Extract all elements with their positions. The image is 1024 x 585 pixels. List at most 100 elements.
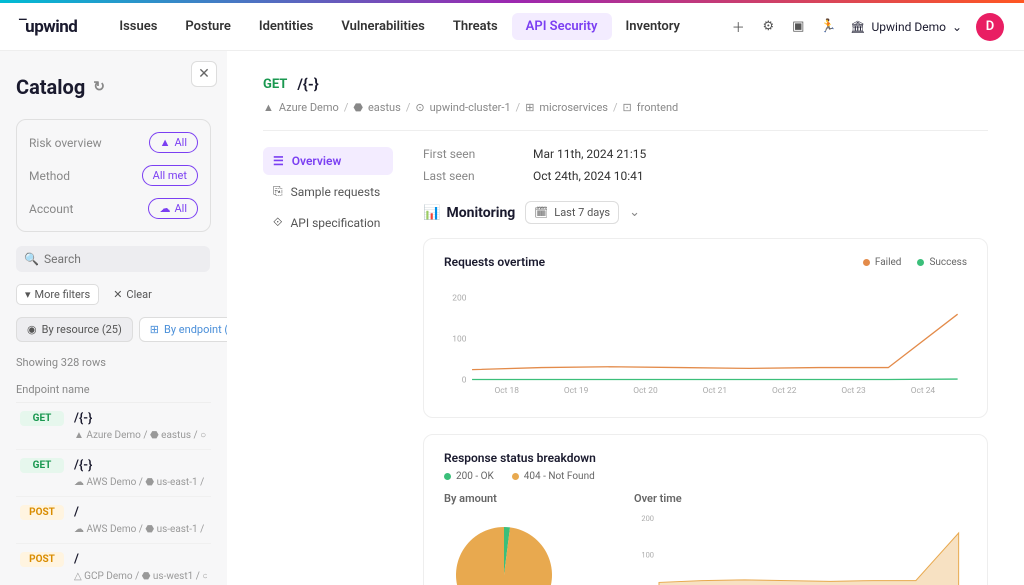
filter-label-method: Method <box>29 169 70 183</box>
showing-count: Showing 328 rows <box>16 356 211 369</box>
gear-icon[interactable]: ⚙ <box>760 19 776 35</box>
legend-failed: Failed <box>875 257 902 268</box>
endpoint-path: / <box>74 552 79 567</box>
filter-box: Risk overview ▲ All Method All met Accou… <box>16 119 211 232</box>
breadcrumb-icon: ⊞ <box>525 101 534 114</box>
svg-text:100: 100 <box>452 335 466 345</box>
status-pie-chart <box>444 515 564 585</box>
endpoint-row[interactable]: GET/{-}☁ AWS Demo / ⬣ us-east-1 / <box>16 450 211 497</box>
column-header: Endpoint name <box>16 377 211 403</box>
chevron-down-icon[interactable]: ⌄ <box>629 205 640 220</box>
date-range-selector[interactable]: 🗓 Last 7 days <box>525 201 619 224</box>
plus-icon[interactable]: ＋ <box>730 19 746 35</box>
last-seen-label: Last seen <box>423 169 503 183</box>
legend-404: 404 - Not Found <box>524 471 595 482</box>
search-input[interactable] <box>16 246 210 272</box>
nav-identities[interactable]: Identities <box>245 13 327 40</box>
panel-icon[interactable]: ▣ <box>790 19 806 35</box>
svg-text:0: 0 <box>462 376 467 386</box>
tab-by-resource[interactable]: ◉ By resource (25) <box>16 317 133 342</box>
detail-side-nav: ☰Overview⎘Sample requests⟐API specificat… <box>263 147 393 585</box>
sidenav-icon: ☰ <box>273 154 284 168</box>
tab-by-endpoint[interactable]: ⊞ By endpoint ( <box>139 317 227 342</box>
nav-threats[interactable]: Threats <box>439 13 512 40</box>
svg-text:Oct 18: Oct 18 <box>495 386 520 396</box>
avatar[interactable]: D <box>976 13 1004 41</box>
breadcrumb-item[interactable]: Azure Demo <box>279 101 339 114</box>
first-seen-label: First seen <box>423 147 503 161</box>
endpoint-breadcrumb: ▲ Azure Demo / ⬣ eastus / ○ <box>74 430 207 441</box>
status-chart-title: Response status breakdown <box>444 451 967 465</box>
requests-line-chart: 0100200Oct 18Oct 19Oct 20Oct 21Oct 22Oct… <box>444 294 967 397</box>
search-icon: 🔍 <box>24 252 39 266</box>
breadcrumb-item[interactable]: frontend <box>637 101 679 114</box>
clear-button[interactable]: ✕ Clear <box>105 284 160 305</box>
building-icon: 🏛 <box>850 20 865 34</box>
last-seen-value: Oct 24th, 2024 10:41 <box>533 169 644 183</box>
breadcrumb-item[interactable]: upwind-cluster-1 <box>430 101 511 114</box>
sidenav-api-specification[interactable]: ⟐API specification <box>263 208 393 237</box>
breadcrumb-icon: ⊡ <box>623 101 632 114</box>
filter-chip-account[interactable]: ☁ All <box>148 198 198 219</box>
endpoint-list: GET/{-}▲ Azure Demo / ⬣ eastus / ○GET/{-… <box>16 403 211 585</box>
svg-text:Oct 24: Oct 24 <box>911 386 936 396</box>
top-nav: IssuesPostureIdentitiesVulnerabilitiesTh… <box>105 13 694 40</box>
nav-inventory[interactable]: Inventory <box>612 13 695 40</box>
svg-text:Oct 20: Oct 20 <box>633 386 658 396</box>
status-area-chart: 0100200Oct 18Oct 19Oct 20Oct 21Oct 22Oct… <box>634 515 967 585</box>
breadcrumb-icon: ▲ <box>263 101 274 114</box>
sidenav-sample-requests[interactable]: ⎘Sample requests <box>263 177 393 206</box>
logo: upwind <box>20 17 77 37</box>
nav-posture[interactable]: Posture <box>171 13 244 40</box>
org-selector[interactable]: 🏛 Upwind Demo ⌄ <box>850 20 962 34</box>
svg-text:Oct 21: Oct 21 <box>703 386 727 396</box>
breadcrumb-icon: ⬣ <box>353 101 363 114</box>
detail-method-badge: GET <box>263 77 287 92</box>
breadcrumb-item[interactable]: eastus <box>368 101 401 114</box>
nav-api-security[interactable]: API Security <box>512 13 612 40</box>
calendar-icon: 🗓 <box>534 206 548 219</box>
svg-text:200: 200 <box>641 515 654 523</box>
endpoint-breadcrumb: ☁ AWS Demo / ⬣ us-east-1 / <box>74 477 207 488</box>
page-title: Catalog ↻ <box>16 75 211 99</box>
sidenav-overview[interactable]: ☰Overview <box>263 147 393 175</box>
endpoint-path: / <box>74 505 79 520</box>
topbar: upwind IssuesPostureIdentitiesVulnerabil… <box>0 3 1024 51</box>
refresh-icon[interactable]: ↻ <box>93 79 105 95</box>
breadcrumb: ▲Azure Demo/⬣eastus/⊙upwind-cluster-1/⊞m… <box>263 101 988 114</box>
sidebar: ✕ Catalog ↻ Risk overview ▲ All Method A… <box>0 51 227 585</box>
filter-label-account: Account <box>29 202 73 216</box>
endpoint-path: /{-} <box>74 458 92 473</box>
running-icon[interactable]: 🏃 <box>820 19 836 35</box>
org-selector-label: Upwind Demo <box>872 20 946 34</box>
status-chart-card: Response status breakdown 200 - OK 404 -… <box>423 434 988 585</box>
breadcrumb-item[interactable]: microservices <box>539 101 608 114</box>
svg-text:200: 200 <box>452 294 466 304</box>
filter-chip-risk[interactable]: ▲ All <box>149 132 198 153</box>
svg-text:Oct 19: Oct 19 <box>564 386 589 396</box>
legend-200: 200 - OK <box>456 471 494 482</box>
nav-issues[interactable]: Issues <box>105 13 171 40</box>
close-button[interactable]: ✕ <box>191 61 217 87</box>
filter-label-risk: Risk overview <box>29 136 102 150</box>
first-seen-value: Mar 11th, 2024 21:15 <box>533 147 646 161</box>
method-badge: POST <box>20 552 64 567</box>
legend-success: Success <box>929 257 967 268</box>
method-badge: GET <box>20 411 64 426</box>
endpoint-row[interactable]: POST / ☁ AWS Demo / ⬣ us-east-1 / <box>16 497 211 544</box>
breadcrumb-icon: ⊙ <box>415 101 424 114</box>
nav-vulnerabilities[interactable]: Vulnerabilities <box>327 13 438 40</box>
requests-chart-card: Requests overtime Failed Success 0100200… <box>423 238 988 418</box>
detail-path: /{-} <box>297 75 318 93</box>
more-filters-button[interactable]: ▾ More filters <box>16 284 99 305</box>
endpoint-row[interactable]: POST/△ GCP Demo / ⬣ us-west1 / ○ <box>16 544 211 585</box>
over-time-label: Over time <box>634 492 967 505</box>
svg-text:100: 100 <box>641 550 654 559</box>
filter-chip-method[interactable]: All met <box>142 165 198 186</box>
sidenav-icon: ⟐ <box>273 215 282 230</box>
method-badge: POST <box>20 505 64 520</box>
endpoint-row[interactable]: GET/{-}▲ Azure Demo / ⬣ eastus / ○ <box>16 403 211 450</box>
monitoring-title: 📊 Monitoring <box>423 205 515 221</box>
detail-panel: GET /{-} ▲Azure Demo/⬣eastus/⊙upwind-clu… <box>227 51 1024 585</box>
endpoint-breadcrumb: ☁ AWS Demo / ⬣ us-east-1 / <box>74 524 207 535</box>
